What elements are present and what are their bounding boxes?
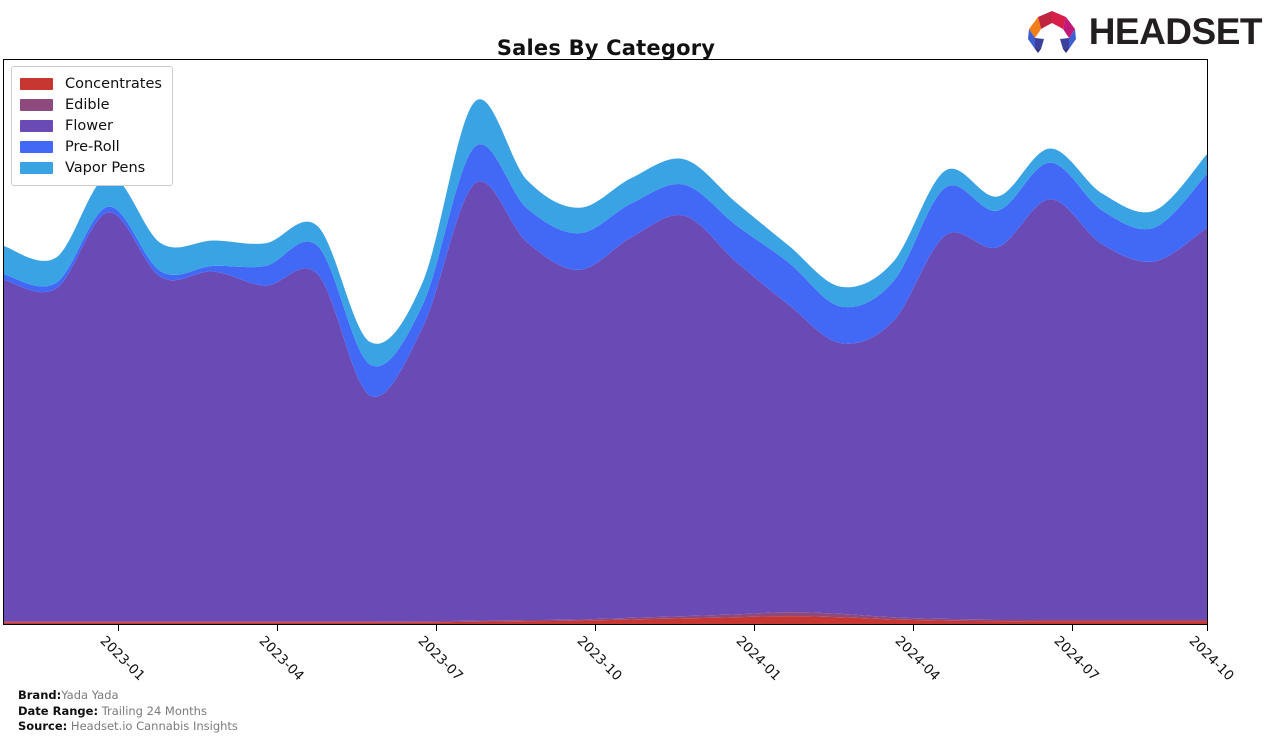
x-axis-tick-label: 2023-01 [96,633,148,685]
legend-label-pre-roll: Pre-Roll [65,138,120,155]
x-axis-tick-mark [1072,625,1073,631]
footer-date-range-key: Date Range: [18,703,99,718]
legend-item[interactable]: Edible [20,94,162,115]
headset-hexagon-logo-icon [1027,11,1076,53]
x-axis-tick-label: 2023-10 [573,633,625,685]
footer-source-key: Source: [18,719,68,733]
x-axis-tick-mark [277,625,278,631]
legend-label-edible: Edible [65,96,110,113]
footer-brand-value: Yada Yada [61,688,119,702]
headset-brand-logo: HEADSET [1025,8,1263,54]
sales-by-category-chart: Sales By Category HEADSET Concentrates E… [0,0,1276,742]
x-axis-tick-label: 2024-04 [891,633,943,685]
x-axis-tick-mark [595,625,596,631]
legend-item[interactable]: Pre-Roll [20,136,162,157]
chart-legend[interactable]: Concentrates Edible Flower Pre-Roll Vapo… [11,66,173,186]
x-axis-tick-mark [913,625,914,631]
legend-label-concentrates: Concentrates [65,75,162,92]
legend-item[interactable]: Concentrates [20,73,162,94]
footer-date-range-value: Trailing 24 Months [98,703,207,718]
plot-area [3,59,1208,625]
x-axis-tick-mark [436,625,437,631]
footer-brand-line: Brand:Yada Yada [18,688,238,704]
legend-item[interactable]: Flower [20,115,162,136]
legend-swatch-flower [20,119,53,132]
stacked-area-series-group [4,99,1207,624]
legend-label-vapor-pens: Vapor Pens [65,159,146,176]
footer-date-range-line: Date Range: Trailing 24 Months [18,704,238,720]
x-axis-tick-label: 2024-10 [1185,633,1237,685]
brand-wordmark: HEADSET [1088,10,1263,52]
legend-item[interactable]: Vapor Pens [20,157,162,178]
x-axis-tick-label: 2024-07 [1050,633,1102,685]
footer-source-line: Source: Headset.io Cannabis Insights [18,719,238,735]
legend-swatch-pre-roll [20,140,53,153]
legend-swatch-edible [20,98,53,111]
legend-label-flower: Flower [65,117,113,134]
footer-brand-key: Brand: [18,688,62,702]
x-axis-tick-label: 2023-07 [414,633,466,685]
footer-source-value: Headset.io Cannabis Insights [67,719,238,733]
x-axis-tick-label: 2023-04 [255,633,307,685]
x-axis-tick-label: 2024-01 [732,633,784,685]
x-axis-tick-mark [754,625,755,631]
x-axis-tick-mark [118,625,119,631]
legend-swatch-vapor-pens [20,161,53,174]
x-axis-tick-mark [1207,625,1208,631]
legend-swatch-concentrates [20,77,53,90]
chart-footer: Brand:Yada Yada Date Range: Trailing 24 … [18,688,238,735]
